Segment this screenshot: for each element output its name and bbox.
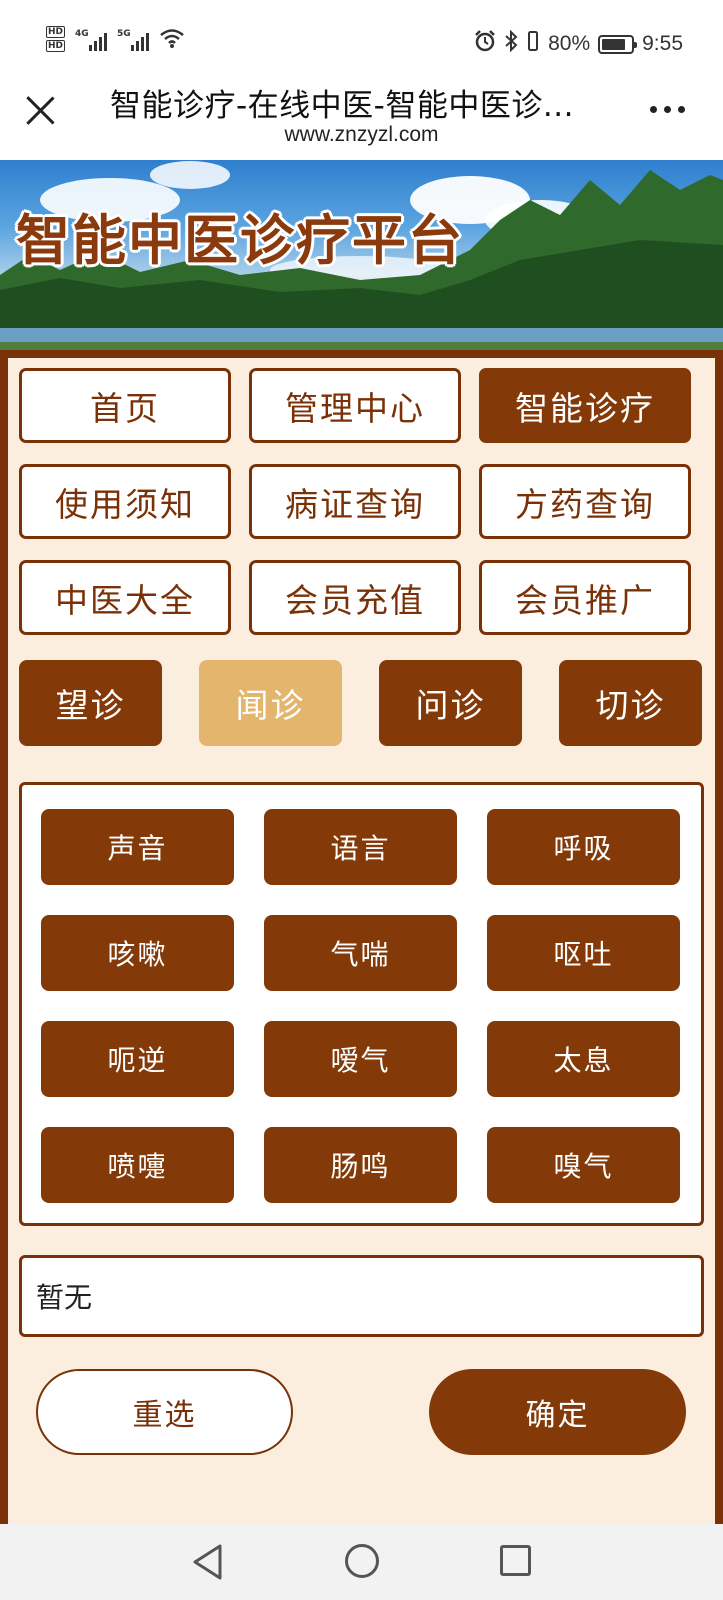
signal-4g-icon: 4G xyxy=(75,29,108,51)
symptom-button[interactable]: 太息 xyxy=(487,1021,680,1097)
symptom-panel: 声音 语言 呼吸 咳嗽 气喘 呕吐 呃逆 嗳气 太息 喷嚏 肠鸣 嗅气 xyxy=(19,782,704,1226)
alarm-icon xyxy=(474,30,496,58)
back-icon[interactable] xyxy=(190,1543,224,1581)
confirm-button[interactable]: 确定 xyxy=(429,1369,686,1455)
main-content: 首页 管理中心 智能诊疗 使用须知 病证查询 方药查询 中医大全 会员充值 会员… xyxy=(0,350,723,1524)
tab-palpation[interactable]: 切诊 xyxy=(559,660,702,746)
nav-usage-notes-button[interactable]: 使用须知 xyxy=(19,464,231,539)
symptom-button[interactable]: 咳嗽 xyxy=(41,915,234,991)
symptom-button[interactable]: 气喘 xyxy=(264,915,457,991)
battery-icon xyxy=(598,34,638,54)
nav-home-button[interactable]: 首页 xyxy=(19,368,231,443)
nav-management-center-button[interactable]: 管理中心 xyxy=(249,368,461,443)
net1-label: 4G xyxy=(75,29,89,39)
close-icon[interactable] xyxy=(24,94,56,126)
recent-apps-icon[interactable] xyxy=(500,1545,531,1576)
symptom-button[interactable]: 嗅气 xyxy=(487,1127,680,1203)
tab-inquiry[interactable]: 问诊 xyxy=(379,660,522,746)
symptom-button[interactable]: 声音 xyxy=(41,809,234,885)
status-bar: HD HD 4G 5G 80% 9:55 xyxy=(0,0,723,78)
reset-button[interactable]: 重选 xyxy=(36,1369,293,1455)
system-nav-bar xyxy=(0,1524,723,1600)
symptom-button[interactable]: 呃逆 xyxy=(41,1021,234,1097)
browser-title-bar: 智能诊疗-在线中医-智能中医诊... www.znzyzl.com xyxy=(0,78,723,160)
nav-prescription-query-button[interactable]: 方药查询 xyxy=(479,464,691,539)
more-options-icon[interactable] xyxy=(650,106,685,113)
hd-indicator: HD HD xyxy=(46,26,66,54)
page-title: 智能诊疗-在线中医-智能中医诊... xyxy=(110,88,574,124)
nav-member-promotion-button[interactable]: 会员推广 xyxy=(479,560,691,635)
symptom-button[interactable]: 语言 xyxy=(264,809,457,885)
page-url: www.znzyzl.com xyxy=(284,123,439,146)
selected-symptoms-text: 暂无 xyxy=(36,1281,93,1314)
battery-percent: 80% xyxy=(548,32,591,55)
nav-member-recharge-button[interactable]: 会员充值 xyxy=(249,560,461,635)
status-bar-right: 80% 9:55 xyxy=(474,29,683,58)
tab-listening-smelling[interactable]: 闻诊 xyxy=(199,660,342,746)
status-bar-left: HD HD 4G 5G xyxy=(46,26,185,54)
wifi-icon xyxy=(159,27,185,53)
symptom-button[interactable]: 肠鸣 xyxy=(264,1127,457,1203)
nav-smart-diagnosis-button[interactable]: 智能诊疗 xyxy=(479,368,691,443)
symptom-button[interactable]: 呕吐 xyxy=(487,915,680,991)
symptom-button[interactable]: 喷嚏 xyxy=(41,1127,234,1203)
selected-symptoms-box: 暂无 xyxy=(19,1255,704,1337)
banner-title: 智能中医诊疗平台 xyxy=(16,209,464,272)
home-icon[interactable] xyxy=(345,1544,379,1578)
hd1-label: HD xyxy=(46,26,66,38)
symptom-button[interactable]: 嗳气 xyxy=(264,1021,457,1097)
symptom-button[interactable]: 呼吸 xyxy=(487,809,680,885)
clock-time: 9:55 xyxy=(642,32,683,55)
banner: 智能中医诊疗平台 xyxy=(0,160,723,350)
vibrate-icon xyxy=(526,30,540,58)
bluetooth-icon xyxy=(504,29,518,58)
nav-tcm-encyclopedia-button[interactable]: 中医大全 xyxy=(19,560,231,635)
signal-5g-icon: 5G xyxy=(117,29,150,51)
net2-label: 5G xyxy=(117,29,131,39)
nav-disease-query-button[interactable]: 病证查询 xyxy=(249,464,461,539)
hd2-label: HD xyxy=(46,40,66,52)
tab-inspection[interactable]: 望诊 xyxy=(19,660,162,746)
